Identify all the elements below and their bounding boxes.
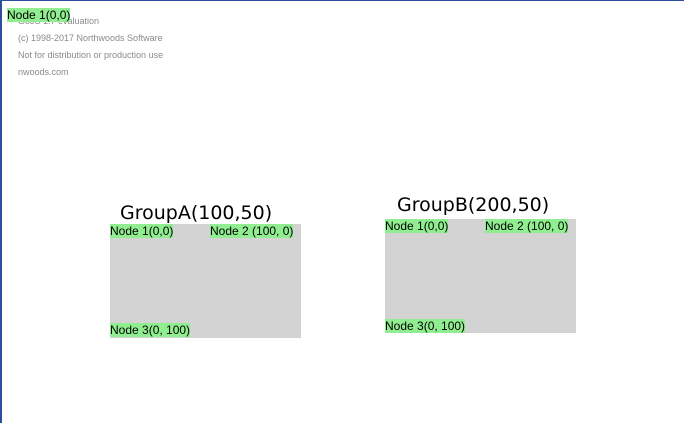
- group-b-node-3[interactable]: Node 3(0, 100): [385, 319, 466, 333]
- group-a-node-1[interactable]: Node 1(0,0): [110, 224, 174, 238]
- group-a[interactable]: [110, 224, 301, 338]
- group-b-node-1[interactable]: Node 1(0,0): [385, 219, 449, 233]
- group-b-title: GroupB(200,50): [397, 194, 550, 216]
- group-a-node-2[interactable]: Node 2 (100, 0): [210, 224, 294, 238]
- group-b[interactable]: [385, 219, 576, 333]
- group-a-node-3[interactable]: Node 3(0, 100): [110, 323, 191, 337]
- diagram-canvas[interactable]: GoJS 1.7 evaluation (c) 1998-2017 Northw…: [0, 0, 684, 423]
- group-b-node-2[interactable]: Node 2 (100, 0): [485, 219, 569, 233]
- top-node-1[interactable]: Node 1(0,0): [7, 8, 71, 22]
- watermark-line-website: nwoods.com: [18, 67, 69, 77]
- watermark-line-license: Not for distribution or production use: [18, 50, 164, 60]
- watermark-line-copyright: (c) 1998-2017 Northwoods Software: [18, 33, 163, 43]
- evaluation-watermark: GoJS 1.7 evaluation (c) 1998-2017 Northw…: [18, 13, 163, 81]
- group-a-title: GroupA(100,50): [120, 202, 273, 224]
